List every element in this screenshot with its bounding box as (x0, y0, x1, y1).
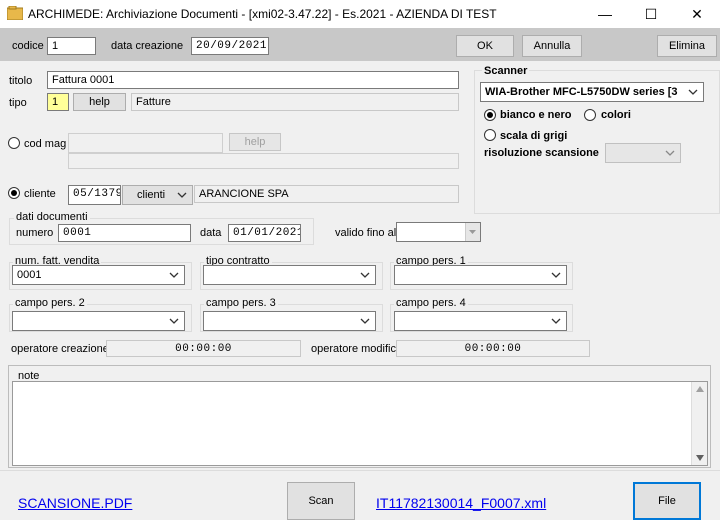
header-toolbar (0, 28, 720, 61)
codmag-radio[interactable] (8, 137, 20, 149)
scala-grigi-label: scala di grigi (500, 130, 568, 142)
codmag-help-button[interactable]: help (229, 133, 281, 151)
codice-label: codice (12, 40, 44, 52)
scansione-pdf-link[interactable]: SCANSIONE.PDF (18, 495, 132, 511)
bianco-nero-radio[interactable] (484, 109, 496, 121)
campo2-select[interactable] (12, 311, 185, 331)
operatore-modifica-value: 00:00:00 (396, 340, 590, 357)
scan-button[interactable]: Scan (287, 482, 355, 520)
codice-input[interactable]: 1 (47, 37, 96, 55)
titolo-label: titolo (9, 75, 33, 87)
cliente-code-input[interactable]: 05/1379 (68, 185, 121, 205)
risoluzione-select[interactable] (605, 143, 681, 163)
chevron-down-icon (360, 272, 370, 278)
campo4-select[interactable] (394, 311, 567, 331)
elimina-button[interactable]: Elimina (657, 35, 717, 57)
campo3-label: campo pers. 3 (204, 297, 278, 309)
operatore-creazione-label: operatore creazione (11, 343, 109, 355)
titolo-input[interactable]: Fattura 0001 (47, 71, 459, 89)
chevron-down-icon (665, 150, 675, 156)
chevron-down-icon (688, 89, 698, 95)
campo1-select[interactable] (394, 265, 567, 285)
chevron-down-icon (469, 230, 476, 234)
note-textarea[interactable] (12, 381, 708, 466)
tipo-help-button[interactable]: help (73, 93, 126, 111)
window-title: ARCHIMEDE: Archiviazione Documenti - [xm… (28, 7, 497, 21)
minimize-button[interactable]: — (582, 0, 628, 28)
chevron-down-icon (169, 272, 179, 278)
num-fatt-select[interactable]: 0001 (12, 265, 185, 285)
scanner-device-select[interactable]: WIA-Brother MFC-L5750DW series [3 (480, 82, 704, 102)
bianco-nero-label: bianco e nero (500, 109, 572, 121)
scanner-device-value: WIA-Brother MFC-L5750DW series [3 (485, 86, 678, 98)
data-label: data (200, 227, 222, 239)
tipo-label: tipo (9, 97, 27, 109)
tipo-contratto-select[interactable] (203, 265, 376, 285)
ok-button[interactable]: OK (456, 35, 514, 57)
xml-file-link[interactable]: IT11782130014_F0007.xml (376, 495, 546, 511)
cliente-name: ARANCIONE SPA (194, 185, 459, 203)
cliente-type-select[interactable]: clienti (122, 185, 193, 205)
codmag-description (68, 153, 459, 169)
data-creazione-input[interactable]: 20/09/2021 (191, 37, 269, 55)
app-icon (7, 6, 23, 20)
maximize-button[interactable]: ☐ (628, 0, 674, 28)
data-input[interactable]: 01/01/2021 (228, 224, 301, 242)
risoluzione-label: risoluzione scansione (484, 147, 599, 159)
campo2-label: campo pers. 2 (13, 297, 87, 309)
footer-divider (0, 470, 720, 471)
chevron-down-icon (551, 318, 561, 324)
chevron-down-icon (169, 318, 179, 324)
tipo-input[interactable]: 1 (47, 93, 69, 111)
valido-date-picker[interactable] (396, 222, 481, 242)
data-creazione-label: data creazione (111, 40, 184, 52)
campo3-select[interactable] (203, 311, 376, 331)
numero-label: numero (16, 227, 54, 239)
file-button[interactable]: File (633, 482, 701, 520)
operatore-creazione-value: 00:00:00 (106, 340, 301, 357)
chevron-down-icon (177, 192, 187, 198)
cliente-label: cliente (24, 188, 56, 200)
cliente-radio[interactable] (8, 187, 20, 199)
chevron-down-icon (551, 272, 561, 278)
dati-documenti-label: dati documenti (14, 211, 90, 223)
numero-input[interactable]: 0001 (58, 224, 191, 242)
operatore-modifica-label: operatore modifica (311, 343, 403, 355)
scala-grigi-radio[interactable] (484, 129, 496, 141)
colori-label: colori (601, 109, 631, 121)
chevron-down-icon (360, 318, 370, 324)
title-bar: ARCHIMEDE: Archiviazione Documenti - [xm… (0, 0, 720, 28)
tipo-description: Fatture (131, 93, 459, 111)
scroll-down-icon[interactable] (696, 455, 704, 461)
scanner-label: Scanner (482, 65, 530, 77)
num-fatt-value: 0001 (17, 269, 42, 281)
annulla-button[interactable]: Annulla (522, 35, 582, 57)
campo4-label: campo pers. 4 (394, 297, 468, 309)
codmag-input[interactable] (68, 133, 223, 153)
scroll-up-icon[interactable] (696, 386, 704, 392)
valido-label: valido fino al (335, 227, 397, 239)
codmag-label: cod mag (24, 138, 67, 150)
note-scrollbar[interactable] (691, 382, 707, 465)
colori-radio[interactable] (584, 109, 596, 121)
close-button[interactable]: ✕ (674, 0, 720, 28)
cliente-type-value: clienti (137, 189, 166, 201)
